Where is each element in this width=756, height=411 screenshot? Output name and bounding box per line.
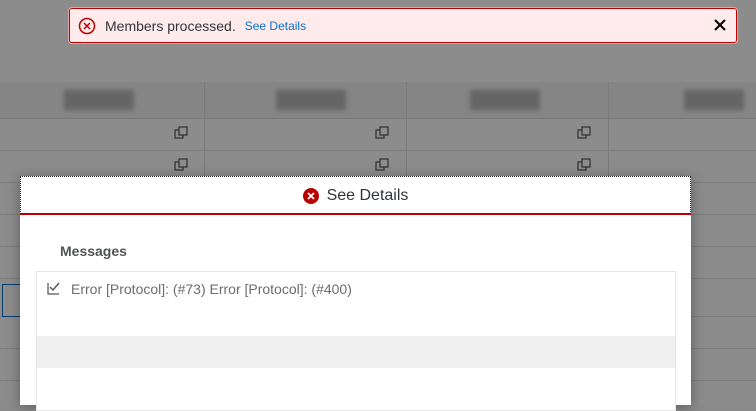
list-item[interactable]: Error [Protocol]: (#73) Error [Protocol]… — [37, 272, 675, 336]
close-icon[interactable] — [711, 16, 729, 34]
message-list: Error [Protocol]: (#73) Error [Protocol]… — [36, 271, 676, 411]
dialog-header: See Details — [20, 176, 691, 214]
error-toast: Members processed. See Details — [68, 7, 738, 44]
details-dialog: See Details Messages Error [Protocol]: (… — [20, 176, 691, 411]
list-row-stripe — [37, 336, 675, 368]
dialog-title: See Details — [326, 186, 409, 204]
message-text: Error [Protocol]: (#73) Error [Protocol]… — [71, 281, 352, 297]
checkbox-checked-icon[interactable] — [47, 281, 61, 295]
toast-message: Members processed. — [105, 17, 236, 34]
error-filled-icon — [302, 187, 319, 204]
error-circle-icon — [78, 17, 96, 34]
see-details-link[interactable]: See Details — [245, 19, 306, 33]
header-divider — [20, 213, 691, 215]
messages-label: Messages — [60, 243, 127, 259]
